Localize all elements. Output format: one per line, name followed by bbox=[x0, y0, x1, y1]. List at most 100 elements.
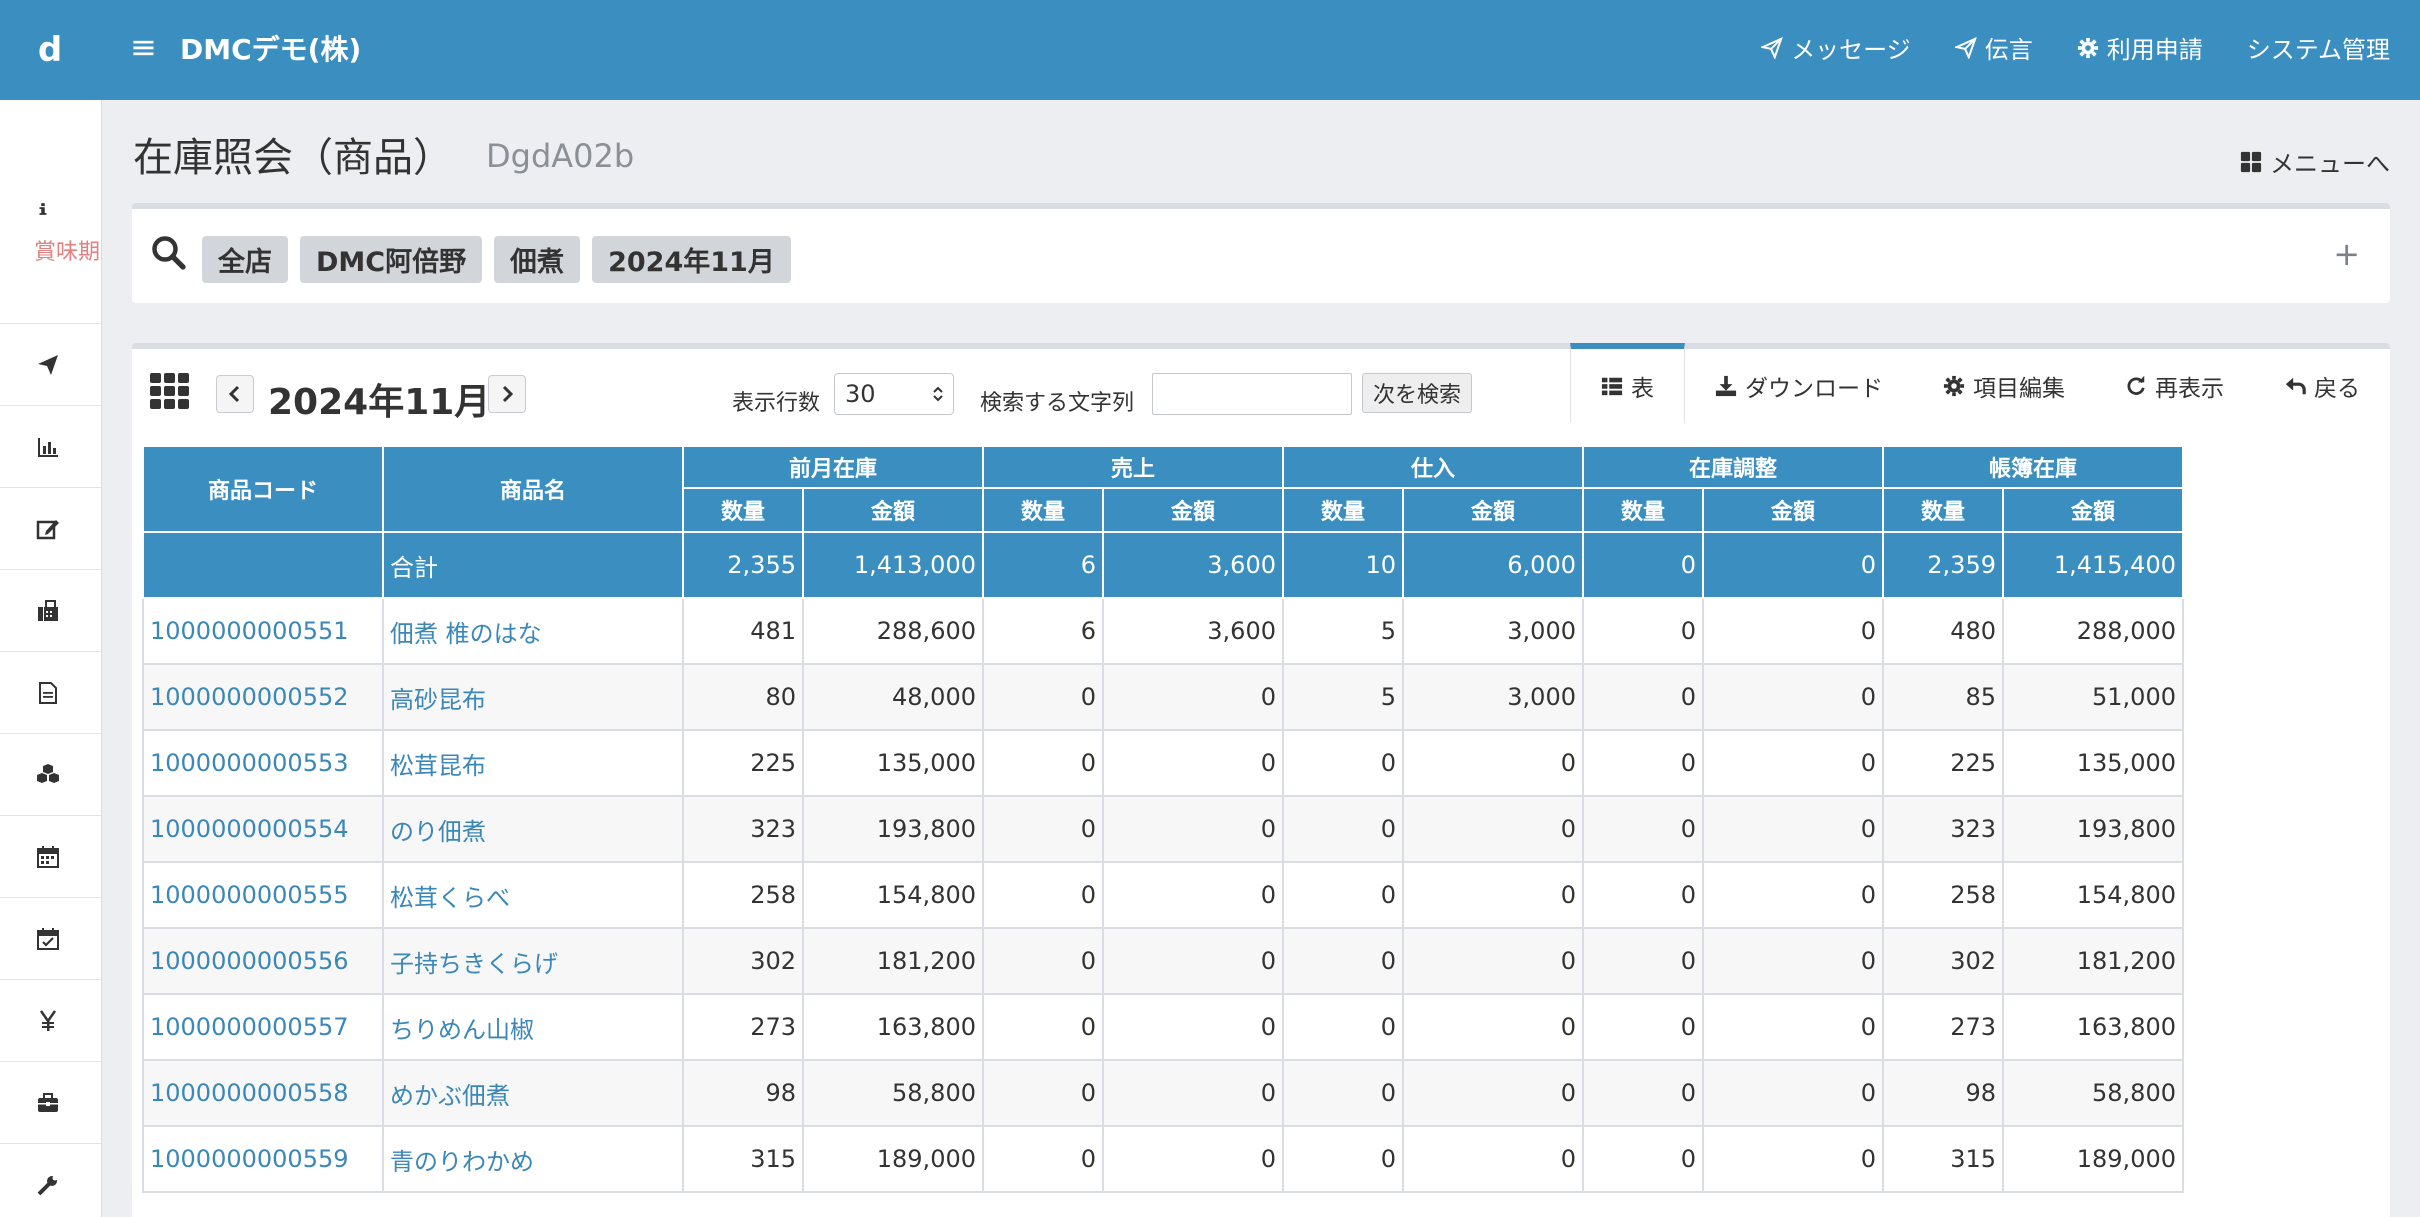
quantity-cell: 0 bbox=[1582, 597, 1704, 665]
product-name-link[interactable]: ちりめん山椒 bbox=[382, 993, 684, 1061]
quantity-cell: 6 bbox=[982, 531, 1104, 599]
product-code-link[interactable]: 1000000000558 bbox=[142, 1059, 384, 1127]
table-row: 1000000000559 青のりわかめ 315 189,000 0 0 0 0 0 0 315 18… bbox=[142, 1125, 2184, 1193]
table-row: 1000000000554 のり佃煮 323 193,800 0 0 0 0 0 0 323 193,… bbox=[142, 795, 2184, 863]
product-code-link[interactable]: 1000000000554 bbox=[142, 795, 384, 863]
tab-edit-columns[interactable]: 項目編集 bbox=[1913, 343, 2095, 423]
menu-link[interactable]: メニューへ bbox=[2240, 144, 2390, 179]
sidebar-item-calendar[interactable] bbox=[0, 816, 101, 898]
sidebar-item-yen[interactable] bbox=[0, 980, 101, 1062]
header-amount[interactable]: 金額 bbox=[2002, 487, 2184, 533]
sidebar-item-briefcase[interactable] bbox=[0, 1062, 101, 1144]
sidebar-item-chart[interactable] bbox=[0, 406, 101, 488]
product-code-link[interactable]: 1000000000557 bbox=[142, 993, 384, 1061]
product-name-link[interactable]: めかぶ佃煮 bbox=[382, 1059, 684, 1127]
tab-edit-columns-label: 項目編集 bbox=[1973, 376, 2065, 402]
amount-cell: 3,000 bbox=[1402, 663, 1584, 731]
tab-table[interactable]: 表 bbox=[1570, 343, 1685, 423]
header-amount[interactable]: 金額 bbox=[1102, 487, 1284, 533]
product-code-link[interactable]: 1000000000559 bbox=[142, 1125, 384, 1193]
sidebar-item-fax[interactable] bbox=[0, 570, 101, 652]
tab-refresh[interactable]: 再表示 bbox=[2095, 343, 2254, 423]
nav-system-admin[interactable]: システム管理 bbox=[2247, 30, 2390, 65]
chip-store-all[interactable]: 全店 bbox=[202, 236, 288, 283]
prev-month-button[interactable] bbox=[216, 375, 254, 413]
product-name-link[interactable]: 松茸くらべ bbox=[382, 861, 684, 929]
nav-memo[interactable]: 伝言 bbox=[1954, 30, 2033, 65]
amount-cell: 154,800 bbox=[802, 861, 984, 929]
nav-messages[interactable]: メッセージ bbox=[1761, 30, 1911, 65]
expand-search-button[interactable]: + bbox=[2333, 235, 2360, 273]
tab-download[interactable]: ダウンロード bbox=[1685, 343, 1913, 423]
quantity-cell: 258 bbox=[1882, 861, 2004, 929]
product-name-link[interactable]: のり佃煮 bbox=[382, 795, 684, 863]
sidebar-item-send[interactable] bbox=[0, 324, 101, 406]
chip-store[interactable]: DMC阿倍野 bbox=[300, 236, 483, 283]
amount-cell: 0 bbox=[1402, 993, 1584, 1061]
amount-cell: 6,000 bbox=[1402, 531, 1584, 599]
product-code-link[interactable]: 1000000000556 bbox=[142, 927, 384, 995]
total-row: 合計 2,355 1,413,000 6 3,600 10 6,000 0 0 2,359 1,41… bbox=[142, 531, 2184, 599]
quantity-cell: 0 bbox=[1282, 927, 1404, 995]
sidebar-item-calendar-check[interactable] bbox=[0, 898, 101, 980]
quantity-cell: 302 bbox=[1882, 927, 2004, 995]
sidebar-item-document[interactable] bbox=[0, 652, 101, 734]
header-product-code[interactable]: 商品コード bbox=[142, 445, 384, 533]
quantity-cell: 5 bbox=[1282, 663, 1404, 731]
amount-cell: 0 bbox=[1402, 729, 1584, 797]
quantity-cell: 258 bbox=[682, 861, 804, 929]
search-conditions: 全店 DMC阿倍野 佃煮 2024年11月 bbox=[202, 236, 791, 283]
amount-cell: 0 bbox=[1102, 1125, 1284, 1193]
amount-cell: 0 bbox=[1402, 861, 1584, 929]
product-code-link[interactable]: 1000000000551 bbox=[142, 597, 384, 665]
nav-usage-request[interactable]: 利用申請 bbox=[2077, 30, 2203, 65]
grid-icon[interactable] bbox=[150, 373, 190, 409]
quantity-cell: 10 bbox=[1282, 531, 1404, 599]
header-amount[interactable]: 金額 bbox=[1402, 487, 1584, 533]
header-amount[interactable]: 金額 bbox=[1702, 487, 1884, 533]
nav-messages-label: メッセージ bbox=[1791, 36, 1911, 64]
quantity-cell: 0 bbox=[1582, 1059, 1704, 1127]
search-icon[interactable] bbox=[150, 234, 186, 270]
header-amount[interactable]: 金額 bbox=[802, 487, 984, 533]
quantity-cell: 0 bbox=[982, 729, 1104, 797]
find-next-button[interactable]: 次を検索 bbox=[1362, 373, 1473, 413]
header-quantity[interactable]: 数量 bbox=[1582, 487, 1704, 533]
header-quantity[interactable]: 数量 bbox=[682, 487, 804, 533]
select-arrows-icon bbox=[933, 386, 943, 402]
header-quantity[interactable]: 数量 bbox=[1882, 487, 2004, 533]
product-name-link[interactable]: 松茸昆布 bbox=[382, 729, 684, 797]
quantity-cell: 315 bbox=[1882, 1125, 2004, 1193]
product-code-link[interactable]: 1000000000553 bbox=[142, 729, 384, 797]
hamburger-menu-icon[interactable]: ≡ bbox=[130, 28, 157, 66]
product-name-link[interactable]: 子持ちきくらげ bbox=[382, 927, 684, 995]
yen-icon bbox=[39, 1009, 57, 1031]
tab-back[interactable]: 戻る bbox=[2254, 343, 2390, 423]
quantity-cell: 225 bbox=[1882, 729, 2004, 797]
sidebar-item-cubes[interactable] bbox=[0, 734, 101, 816]
product-code-link[interactable]: 1000000000555 bbox=[142, 861, 384, 929]
header-quantity[interactable]: 数量 bbox=[1282, 487, 1404, 533]
rows-per-page-select[interactable]: 30 bbox=[834, 373, 954, 415]
find-text-input[interactable] bbox=[1152, 373, 1352, 415]
product-name-link[interactable]: 佃煮 椎のはな bbox=[382, 597, 684, 665]
bar-chart-icon bbox=[38, 437, 58, 457]
sidebar-item-edit[interactable] bbox=[0, 488, 101, 570]
sidebar-item-info[interactable]: 賞味期 bbox=[0, 100, 101, 324]
amount-cell: 189,000 bbox=[802, 1125, 984, 1193]
header-product-name[interactable]: 商品名 bbox=[382, 445, 684, 533]
amount-cell: 154,800 bbox=[2002, 861, 2184, 929]
chip-month[interactable]: 2024年11月 bbox=[592, 236, 791, 283]
product-name-link[interactable]: 高砂昆布 bbox=[382, 663, 684, 731]
amount-cell: 189,000 bbox=[2002, 1125, 2184, 1193]
product-name-link[interactable]: 青のりわかめ bbox=[382, 1125, 684, 1193]
sidebar-item-wrench[interactable] bbox=[0, 1144, 101, 1217]
chip-category[interactable]: 佃煮 bbox=[494, 236, 581, 283]
amount-cell: 0 bbox=[1702, 597, 1884, 665]
brand-logo[interactable]: d bbox=[0, 0, 100, 100]
header-quantity[interactable]: 数量 bbox=[982, 487, 1104, 533]
header-group-sales: 売上 bbox=[982, 445, 1284, 489]
next-month-button[interactable] bbox=[488, 375, 526, 413]
amount-cell: 0 bbox=[1702, 993, 1884, 1061]
product-code-link[interactable]: 1000000000552 bbox=[142, 663, 384, 731]
